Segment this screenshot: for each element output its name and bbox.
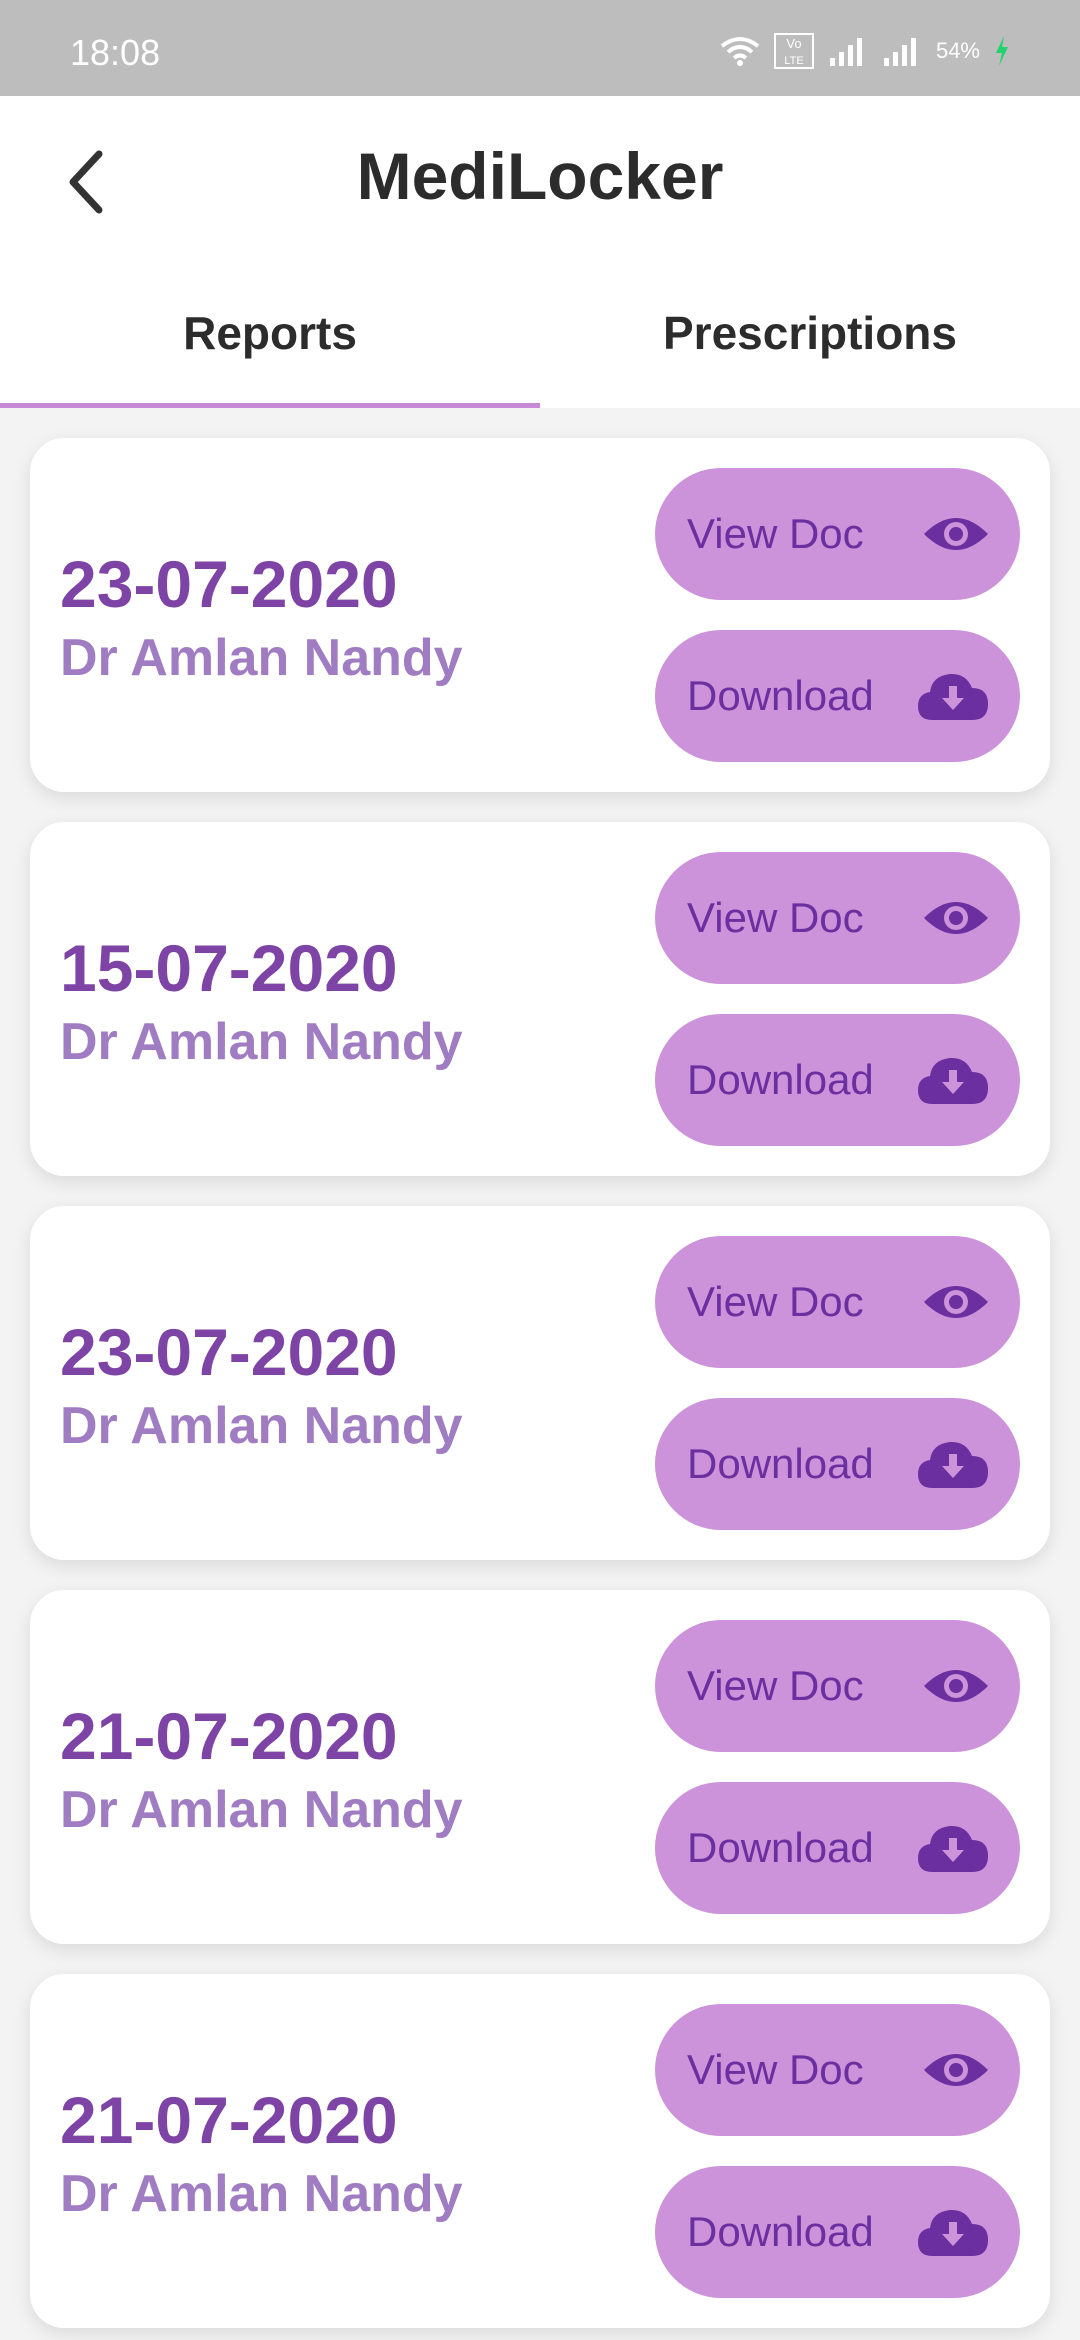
view-doc-label: View Doc — [687, 1662, 864, 1709]
page-title: MediLocker — [356, 139, 724, 213]
view-doc-label: View Doc — [687, 2046, 864, 2093]
cloud-download-icon — [916, 2206, 990, 2258]
tab-bar: Reports Prescriptions — [0, 296, 1080, 408]
download-label: Download — [687, 672, 874, 719]
report-doctor: Dr Amlan Nandy — [60, 629, 463, 687]
eye-icon — [922, 2046, 990, 2094]
status-bar: 18:08 Vo LTE 54% — [0, 0, 1080, 96]
status-icons: Vo LTE 54% — [720, 33, 1010, 69]
tab-label: Reports — [183, 307, 357, 359]
report-card: 21-07-2020 Dr Amlan Nandy View Doc Downl… — [30, 1974, 1050, 2328]
signal-icon — [828, 36, 868, 66]
view-doc-button[interactable]: View Doc — [655, 852, 1020, 984]
download-button[interactable]: Download — [655, 1014, 1020, 1146]
report-card: 15-07-2020 Dr Amlan Nandy View Doc Downl… — [30, 822, 1050, 1176]
report-date: 21-07-2020 — [60, 1699, 398, 1773]
report-date: 23-07-2020 — [60, 547, 398, 621]
cloud-download-icon — [916, 1054, 990, 1106]
cloud-download-icon — [916, 1438, 990, 1490]
report-card: 21-07-2020 Dr Amlan Nandy View Doc Downl… — [30, 1590, 1050, 1944]
report-card: 23-07-2020 Dr Amlan Nandy View Doc Downl… — [30, 1206, 1050, 1560]
download-label: Download — [687, 1824, 874, 1871]
eye-icon — [922, 894, 990, 942]
svg-text:LTE: LTE — [784, 55, 803, 67]
tab-prescriptions[interactable]: Prescriptions — [540, 296, 1080, 408]
eye-icon — [922, 510, 990, 558]
download-button[interactable]: Download — [655, 1782, 1020, 1914]
signal-icon-2 — [882, 36, 922, 66]
view-doc-button[interactable]: View Doc — [655, 1620, 1020, 1752]
view-doc-label: View Doc — [687, 1278, 864, 1325]
tab-label: Prescriptions — [663, 307, 957, 359]
download-button[interactable]: Download — [655, 2166, 1020, 2298]
svg-text:Vo: Vo — [786, 36, 801, 51]
report-doctor: Dr Amlan Nandy — [60, 1013, 463, 1071]
download-button[interactable]: Download — [655, 1398, 1020, 1530]
app-header: MediLocker Reports Prescriptions — [0, 96, 1080, 408]
wifi-icon — [720, 36, 760, 66]
cloud-download-icon — [916, 670, 990, 722]
report-date: 15-07-2020 — [60, 931, 398, 1005]
view-doc-button[interactable]: View Doc — [655, 468, 1020, 600]
download-label: Download — [687, 1056, 874, 1103]
view-doc-label: View Doc — [687, 894, 864, 941]
report-doctor: Dr Amlan Nandy — [60, 1781, 463, 1839]
report-date: 21-07-2020 — [60, 2083, 398, 2157]
report-date: 23-07-2020 — [60, 1315, 398, 1389]
download-label: Download — [687, 1440, 874, 1487]
view-doc-button[interactable]: View Doc — [655, 2004, 1020, 2136]
report-doctor: Dr Amlan Nandy — [60, 2165, 463, 2223]
eye-icon — [922, 1662, 990, 1710]
battery-percent: 54% — [935, 38, 980, 63]
report-card: 23-07-2020 Dr Amlan Nandy View Doc Downl… — [30, 438, 1050, 792]
report-doctor: Dr Amlan Nandy — [60, 1397, 463, 1455]
eye-icon — [922, 1278, 990, 1326]
view-doc-label: View Doc — [687, 510, 864, 557]
charging-icon — [994, 36, 1010, 66]
cloud-download-icon — [916, 1822, 990, 1874]
download-label: Download — [687, 2208, 874, 2255]
status-time: 18:08 — [70, 32, 161, 73]
view-doc-button[interactable]: View Doc — [655, 1236, 1020, 1368]
volte-icon: Vo LTE — [773, 33, 814, 69]
download-button[interactable]: Download — [655, 630, 1020, 762]
tab-reports[interactable]: Reports — [0, 296, 540, 408]
